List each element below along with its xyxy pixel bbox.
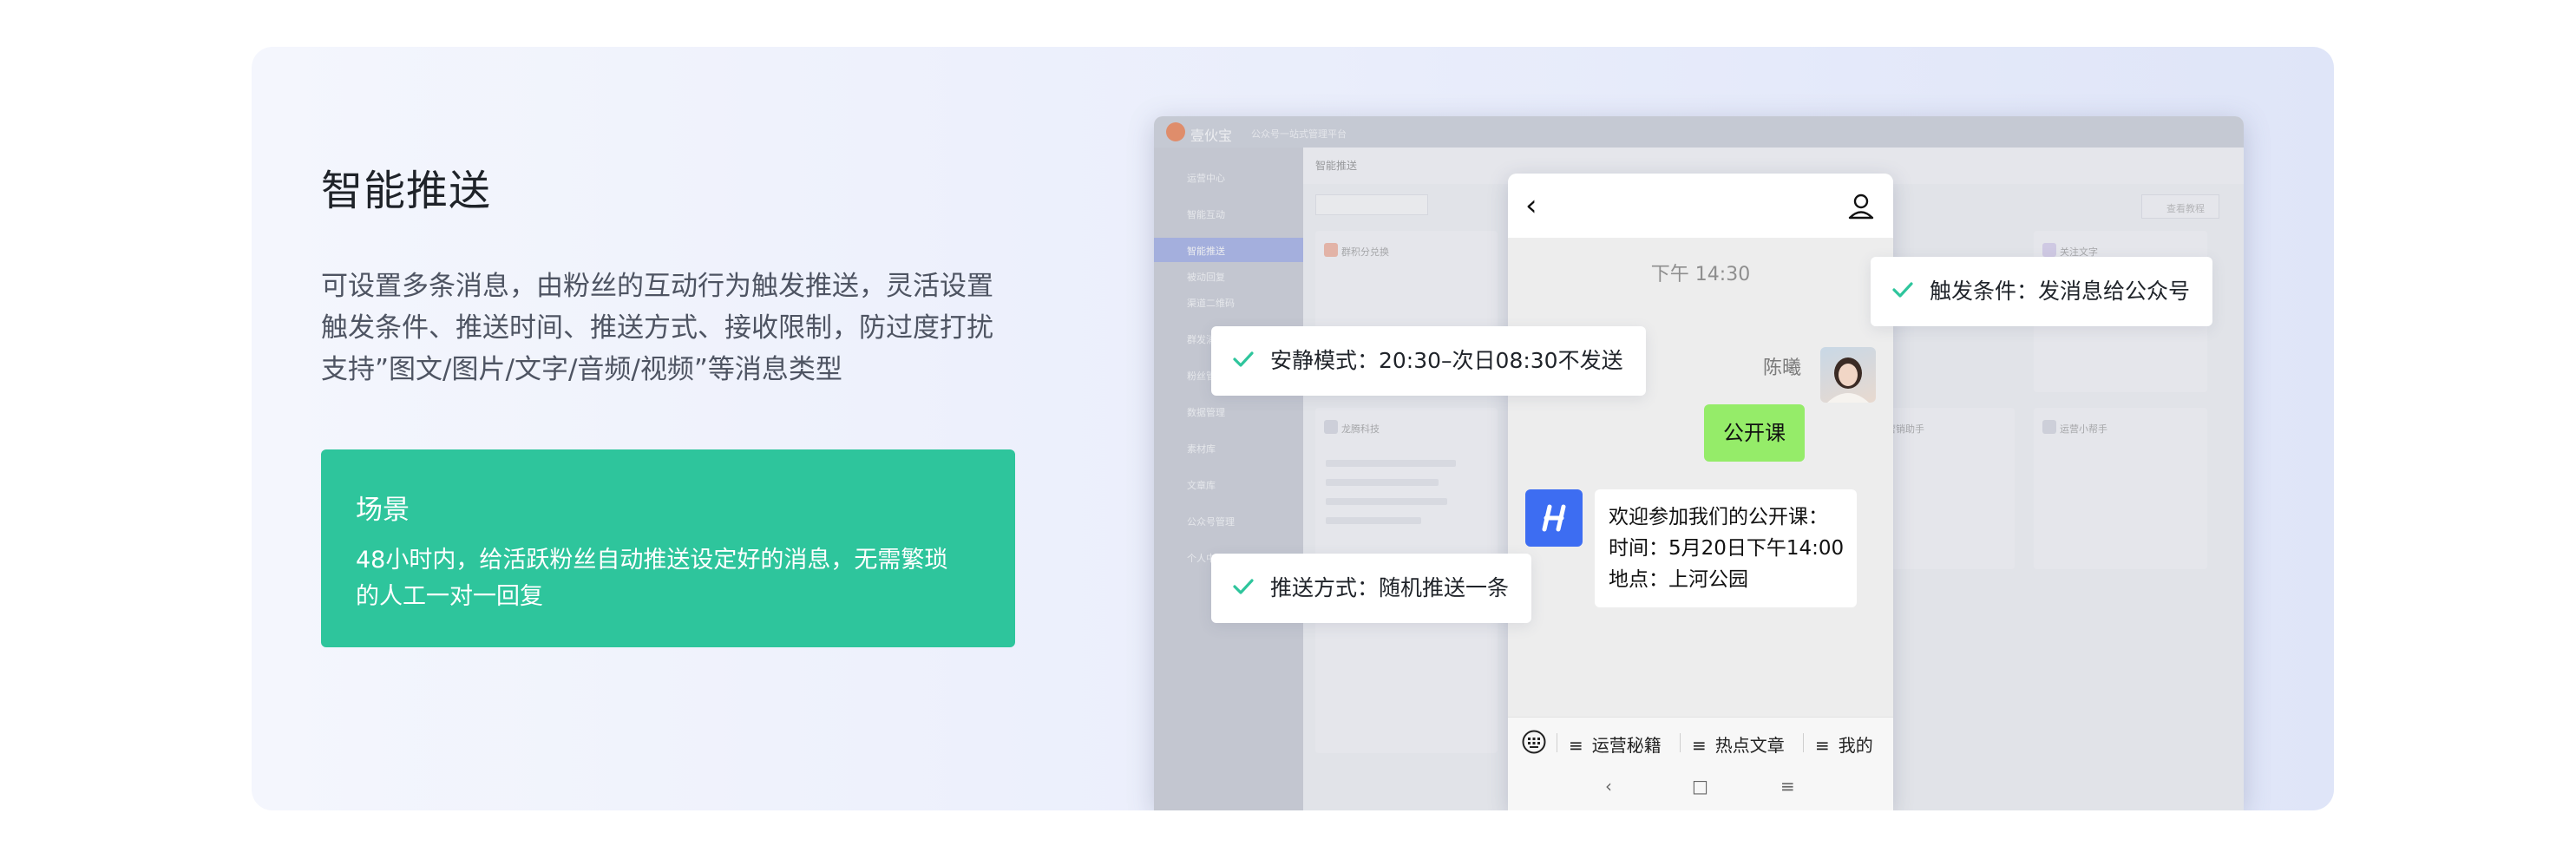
description-line: 支持”图文/图片/文字/音频/视频”等消息类型: [321, 354, 842, 385]
callout-quiet-mode: 安静模式：20:30–次日08:30不发送: [1211, 326, 1646, 396]
callout-push-method: 推送方式：随机推送一条: [1211, 554, 1532, 623]
back-icon[interactable]: ‹: [1525, 191, 1537, 220]
keyboard-icon[interactable]: [1522, 730, 1546, 754]
sender-name: 陈曦: [1762, 357, 1801, 379]
bot-message-bubble: 欢迎参加我们的公开课： 时间：5月20日下午14:00 地点：上河公园: [1595, 489, 1857, 607]
section-title: 智能推送: [321, 167, 492, 215]
check-icon: [1233, 579, 1254, 594]
menu-icon: ≡: [1569, 735, 1583, 756]
callout-text: 安静模式：20:30–次日08:30不发送: [1270, 348, 1623, 373]
user-profile-icon[interactable]: [1846, 191, 1876, 220]
chat-menu-bar: ≡ 运营秘籍 ≡ 热点文章 ≡ 我的: [1508, 717, 1893, 765]
menu-item-mine[interactable]: ≡ 我的: [1815, 731, 1873, 757]
callout-trigger: 触发条件：发消息给公众号: [1871, 257, 2213, 326]
message-timestamp: 下午 14:30: [1650, 264, 1751, 285]
bot-message-line: 地点：上河公园: [1609, 568, 1748, 591]
bot-message-line: 时间：5月20日下午14:00: [1609, 537, 1845, 560]
menu-divider: [1803, 733, 1804, 752]
scene-box: 场景 48小时内，给活跃粉丝自动推送设定好的消息，无需繁琐 的人工一对一回复: [321, 449, 1015, 647]
menu-label: 我的: [1838, 735, 1873, 756]
menu-item-articles[interactable]: ≡ 热点文章: [1692, 731, 1785, 757]
phone-nav-bar: ‹ □ ≡: [1508, 765, 1893, 810]
bot-message-line: 欢迎参加我们的公开课：: [1609, 506, 1828, 528]
phone-chat-preview: ‹ 下午 14:30 陈曦 公开课 欢迎参加我们的公开课： 时间：5月20日下午…: [1508, 174, 1893, 810]
check-icon: [1233, 351, 1254, 367]
section-description: 可设置多条消息，由粉丝的互动行为触发推送，灵活设置 触发条件、推送时间、推送方式…: [321, 266, 1032, 390]
scene-line: 48小时内，给活跃粉丝自动推送设定好的消息，无需繁琐: [356, 547, 948, 574]
menu-icon: ≡: [1815, 735, 1830, 756]
bot-avatar: [1525, 489, 1583, 547]
menu-icon: ≡: [1692, 735, 1707, 756]
nav-back-icon[interactable]: ‹: [1605, 776, 1612, 797]
user-message-bubble: 公开课: [1704, 404, 1805, 462]
description-line: 触发条件、推送时间、推送方式、接收限制，防过度打扰: [321, 312, 993, 344]
menu-divider: [1680, 733, 1681, 752]
callout-text: 触发条件：发消息给公众号: [1930, 279, 2191, 304]
menu-label: 运营秘籍: [1591, 735, 1662, 756]
menu-label: 热点文章: [1714, 735, 1785, 756]
callout-text: 推送方式：随机推送一条: [1270, 575, 1510, 600]
feature-card: 智能推送 可设置多条消息，由粉丝的互动行为触发推送，灵活设置 触发条件、推送时间…: [252, 47, 2334, 810]
scene-title: 场景: [356, 495, 410, 526]
scene-text: 48小时内，给活跃粉丝自动推送设定好的消息，无需繁琐 的人工一对一回复: [356, 542, 980, 615]
bot-logo-icon: [1542, 504, 1566, 532]
scene-line: 的人工一对一回复: [356, 583, 543, 610]
menu-item-tips[interactable]: ≡ 运营秘籍: [1569, 731, 1662, 757]
check-icon: [1892, 282, 1913, 298]
user-avatar: [1820, 347, 1876, 403]
chat-header: ‹: [1508, 174, 1893, 238]
nav-home-icon[interactable]: □: [1692, 776, 1708, 797]
avatar-portrait-icon: [1827, 357, 1869, 403]
nav-menu-icon[interactable]: ≡: [1780, 776, 1795, 797]
description-line: 可设置多条消息，由粉丝的互动行为触发推送，灵活设置: [321, 271, 993, 302]
